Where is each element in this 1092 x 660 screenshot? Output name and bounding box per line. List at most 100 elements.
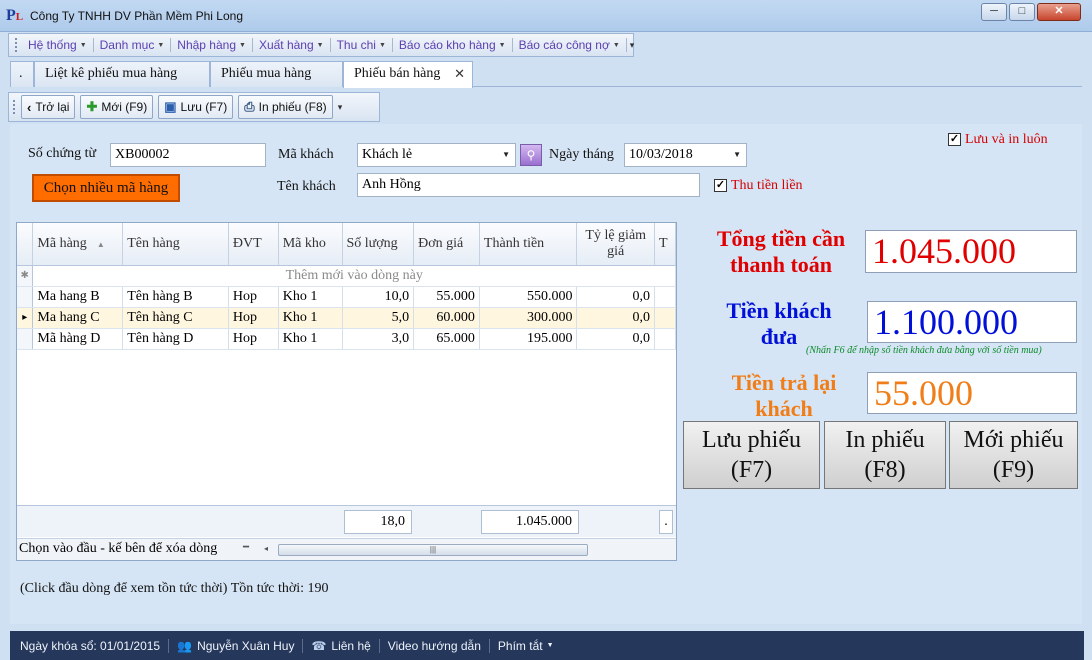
new-button[interactable]: ✚ Mới (F9) — [80, 95, 154, 119]
column-header-quantity[interactable]: Số lượng — [342, 223, 415, 266]
table-row[interactable]: Mã hàng D Tên hàng D Hop Kho 1 3,0 65.00… — [17, 328, 676, 350]
new-voucher-button[interactable]: Mới phiếu (F9) — [949, 421, 1078, 489]
cell-name[interactable]: Tên hàng B — [122, 286, 229, 308]
row-header[interactable] — [17, 286, 34, 308]
new-row[interactable]: ✱ Thêm mới vào dòng này — [17, 265, 676, 287]
new-row-indicator-icon[interactable]: ✱ — [17, 265, 34, 287]
cell-more[interactable] — [654, 328, 676, 350]
chevron-down-icon: ▼ — [239, 41, 246, 49]
cell-discount[interactable]: 0,0 — [576, 307, 656, 329]
menu-overflow-icon[interactable]: ▾ — [627, 40, 638, 51]
cell-price[interactable]: 65.000 — [413, 328, 480, 350]
customer-name-label: Tên khách — [277, 179, 336, 194]
app-logo-icon: PL — [6, 7, 24, 24]
cell-unit[interactable]: Hop — [228, 286, 279, 308]
select-multiple-items-button[interactable]: Chọn nhiều mã hàng — [32, 174, 180, 202]
menu-bao-cao-kho-hang[interactable]: Báo cáo kho hàng ▼ — [393, 38, 513, 52]
column-header-code[interactable]: Mã hàng ▲ — [32, 223, 124, 266]
save-icon: ▣ — [164, 99, 177, 114]
menu-thu-chi[interactable]: Thu chi ▼ — [331, 38, 393, 52]
cell-amount[interactable]: 300.000 — [479, 307, 578, 329]
cell-unit[interactable]: Hop — [228, 307, 279, 329]
row-header[interactable] — [17, 328, 34, 350]
voucher-number-field[interactable]: XB00002 — [110, 143, 266, 167]
horizontal-scrollbar[interactable]: ◂ ||| — [262, 544, 672, 556]
status-bar: Ngày khóa sổ: 01/01/2015 👥 Nguyễn Xuân Hu… — [10, 631, 1084, 660]
new-row-text[interactable]: Thêm mới vào dòng này — [32, 265, 676, 287]
print-button[interactable]: ⎙ In phiếu (F8) — [238, 95, 333, 119]
close-button[interactable]: ✕ — [1037, 3, 1081, 21]
chevron-down-icon: ▼ — [546, 642, 554, 649]
total-quantity: 18,0 — [344, 510, 412, 534]
customer-name-field[interactable]: Anh Hồng — [357, 173, 700, 197]
cell-price[interactable]: 60.000 — [413, 307, 480, 329]
cell-amount[interactable]: 195.000 — [479, 328, 578, 350]
column-header-amount[interactable]: Thành tiền — [479, 223, 578, 266]
cell-more[interactable] — [654, 286, 676, 308]
menu-nhap-hang[interactable]: Nhập hàng ▼ — [171, 38, 253, 52]
column-header-discount[interactable]: Tỷ lệ giảm giá — [576, 223, 656, 266]
users-icon: 👥 — [177, 638, 193, 653]
video-guide-link[interactable]: Video hướng dẫn — [380, 638, 490, 653]
close-tab-icon[interactable]: ✕ — [454, 62, 465, 86]
cell-code[interactable]: Mã hàng D — [32, 328, 124, 350]
current-user[interactable]: 👥 Nguyễn Xuân Huy — [169, 638, 304, 653]
current-row-pointer-icon[interactable]: ▸ — [17, 307, 34, 329]
lock-date: Ngày khóa sổ: 01/01/2015 — [20, 638, 170, 653]
menu-xuat-hang[interactable]: Xuất hàng ▼ — [253, 38, 331, 52]
tab-phieu-ban-hang[interactable]: Phiếu bán hàng ✕ — [343, 61, 473, 88]
cell-code[interactable]: Ma hang B — [32, 286, 124, 308]
cell-more[interactable] — [654, 307, 676, 329]
cell-quantity[interactable]: 5,0 — [342, 307, 415, 329]
cell-price[interactable]: 55.000 — [413, 286, 480, 308]
date-picker[interactable]: 10/03/2018 ▼ — [624, 143, 747, 167]
column-header-warehouse[interactable]: Mã kho — [278, 223, 343, 266]
collect-money-checkbox[interactable]: ✓ — [714, 179, 727, 192]
minimize-button[interactable]: ─ — [981, 3, 1007, 21]
chevron-down-icon: ▼ — [378, 41, 386, 49]
cell-name[interactable]: Tên hàng D — [122, 328, 229, 350]
menu-danh-muc[interactable]: Danh mục ▼ — [94, 38, 172, 52]
cell-quantity[interactable]: 3,0 — [342, 328, 415, 350]
table-row[interactable]: Ma hang B Tên hàng B Hop Kho 1 10,0 55.0… — [17, 286, 676, 308]
print-voucher-button[interactable]: In phiếu (F8) — [824, 421, 946, 489]
cell-warehouse[interactable]: Kho 1 — [278, 286, 343, 308]
customer-paid-input[interactable]: 1.100.000 — [867, 301, 1077, 343]
column-header-unit[interactable]: ĐVT — [228, 223, 279, 266]
customer-paid-label: Tiền khách đưa — [726, 298, 832, 349]
scroll-thumb[interactable]: ||| — [278, 544, 588, 556]
cell-warehouse[interactable]: Kho 1 — [278, 307, 343, 329]
customer-code-select[interactable]: Khách lẻ ▼ — [357, 143, 516, 167]
cell-warehouse[interactable]: Kho 1 — [278, 328, 343, 350]
cell-code[interactable]: Ma hang C — [32, 307, 124, 329]
maximize-button[interactable]: □ — [1009, 3, 1035, 21]
menu-he-thong[interactable]: Hệ thống ▼ — [22, 38, 94, 52]
back-button[interactable]: ‹ Trở lại — [21, 95, 76, 119]
save-voucher-button[interactable]: Lưu phiếu (F7) — [683, 421, 820, 489]
cell-quantity[interactable]: 10,0 — [342, 286, 415, 308]
save-button[interactable]: ▣ Lưu (F7) — [158, 95, 234, 119]
menu-bao-cao-cong-no[interactable]: Báo cáo công nợ ▼ — [513, 38, 627, 52]
tab-dot[interactable]: . — [10, 61, 34, 87]
stock-hint: (Click đầu dòng để xem tồn tức thời) Tồn… — [20, 581, 329, 596]
sort-ascending-icon: ▲ — [96, 239, 105, 249]
cell-name[interactable]: Tên hàng C — [122, 307, 229, 329]
cell-discount[interactable]: 0,0 — [576, 286, 656, 308]
tab-liet-ke-phieu-mua-hang[interactable]: Liệt kê phiếu mua hàng — [34, 61, 210, 87]
column-header-name[interactable]: Tên hàng — [122, 223, 229, 266]
column-header-more[interactable]: T — [654, 223, 676, 266]
table-row-selected[interactable]: ▸ Ma hang C Tên hàng C Hop Kho 1 5,0 60.… — [17, 307, 676, 329]
scroll-left-icon[interactable]: ◂ — [264, 544, 268, 553]
save-and-print-checkbox[interactable]: ✓ — [948, 133, 961, 146]
column-header-price[interactable]: Đơn giá — [413, 223, 480, 266]
cell-discount[interactable]: 0,0 — [576, 328, 656, 350]
cell-amount[interactable]: 550.000 — [479, 286, 578, 308]
customer-lookup-icon[interactable]: ⚲ — [520, 144, 542, 166]
collapse-icon[interactable]: ━ — [243, 542, 249, 553]
contact-link[interactable]: ☎ Liên hệ — [303, 638, 380, 653]
shortcuts-menu[interactable]: Phím tắt ▼ — [490, 639, 562, 653]
cell-unit[interactable]: Hop — [228, 328, 279, 350]
toolbar-overflow-icon[interactable]: ▾ — [338, 102, 343, 113]
tab-phieu-mua-hang[interactable]: Phiếu mua hàng — [210, 61, 343, 87]
total-due-value: 1.045.000 — [865, 230, 1077, 273]
